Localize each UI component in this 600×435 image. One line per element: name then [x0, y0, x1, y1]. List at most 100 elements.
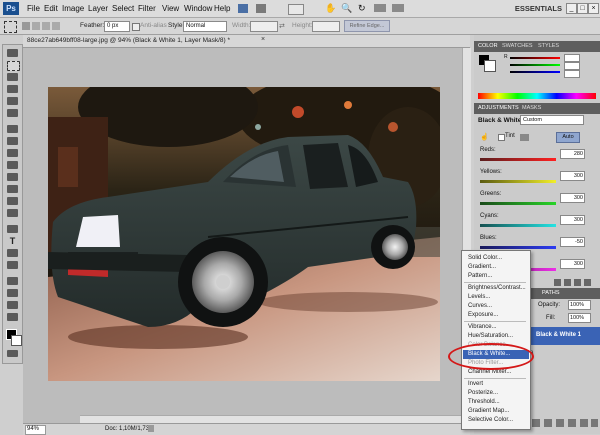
zoom-level-field[interactable]: [288, 4, 304, 15]
delete-layer-icon[interactable]: [591, 419, 598, 427]
slider-value-greens[interactable]: 300: [560, 193, 585, 203]
color-spectrum-bar[interactable]: [478, 93, 596, 99]
background-color-swatch[interactable]: [11, 335, 22, 346]
new-layer-icon[interactable]: [580, 419, 588, 427]
menu-item-solid-color[interactable]: Solid Color...: [468, 255, 502, 261]
add-selection-icon[interactable]: [32, 22, 40, 30]
path-selection-tool-icon[interactable]: [7, 249, 18, 257]
layer-style-icon[interactable]: [544, 419, 552, 427]
preset-select[interactable]: Custom: [520, 115, 584, 125]
menu-item-gradient-map[interactable]: Gradient Map...: [468, 408, 509, 414]
new-selection-icon[interactable]: [22, 22, 30, 30]
opacity-input[interactable]: 100%: [568, 300, 591, 310]
workspace-switcher[interactable]: ESSENTIALS: [515, 4, 562, 13]
menu-filter[interactable]: Filter: [138, 4, 156, 13]
close-icon[interactable]: ×: [588, 3, 599, 14]
intersect-selection-icon[interactable]: [52, 22, 60, 30]
canvas-image[interactable]: [48, 87, 440, 381]
hand-icon[interactable]: ✋: [325, 3, 336, 14]
tab-masks[interactable]: MASKS: [522, 105, 541, 111]
green-value[interactable]: [564, 62, 580, 70]
marquee-tool-icon[interactable]: [4, 21, 17, 33]
menu-help[interactable]: Help: [214, 4, 230, 13]
zoom-icon[interactable]: 🔍: [341, 3, 352, 14]
red-slider[interactable]: [510, 57, 560, 59]
menu-item-hue-saturation[interactable]: Hue/Saturation...: [468, 333, 513, 339]
menu-item-threshold[interactable]: Threshold...: [468, 399, 500, 405]
subtract-selection-icon[interactable]: [42, 22, 50, 30]
adjustment-layer-icon[interactable]: [568, 419, 576, 427]
slider-track-yellows[interactable]: [480, 180, 556, 183]
anti-alias-checkbox[interactable]: [132, 23, 140, 31]
menu-item-pattern[interactable]: Pattern...: [468, 273, 492, 279]
pen-tool-icon[interactable]: [7, 225, 18, 233]
blue-slider[interactable]: [510, 71, 560, 73]
shape-tool-icon[interactable]: [7, 261, 18, 269]
slider-track-greens[interactable]: [480, 202, 556, 205]
document-tab[interactable]: 88ce27ab649bff08-large.jpg @ 94% (Black …: [23, 35, 470, 48]
3d-orbit-tool-icon[interactable]: [7, 289, 18, 297]
style-select[interactable]: Normal: [183, 21, 227, 32]
tint-color-swatch[interactable]: [520, 134, 529, 141]
menu-select[interactable]: Select: [112, 4, 134, 13]
arrange-documents-icon[interactable]: [374, 4, 386, 12]
add-mask-icon[interactable]: [556, 419, 564, 427]
marquee-tool-icon[interactable]: [7, 61, 20, 71]
targeted-adjustment-icon[interactable]: ☝: [480, 133, 489, 141]
healing-brush-tool-icon[interactable]: [7, 125, 18, 133]
tint-checkbox[interactable]: [498, 134, 505, 141]
slider-value-reds[interactable]: 280: [560, 149, 585, 159]
tab-styles[interactable]: STYLES: [538, 43, 559, 49]
tab-color[interactable]: COLOR: [478, 43, 498, 49]
rotate-view-icon[interactable]: ↻: [358, 3, 366, 14]
quick-mask-icon[interactable]: [7, 350, 18, 357]
slider-track-cyans[interactable]: [480, 224, 556, 227]
zoom-tool-icon[interactable]: [7, 313, 18, 321]
view-previous-icon[interactable]: [554, 279, 561, 286]
width-input[interactable]: [250, 21, 278, 32]
crop-tool-icon[interactable]: [7, 97, 18, 105]
menu-item-curves[interactable]: Curves...: [468, 303, 492, 309]
clone-stamp-tool-icon[interactable]: [7, 149, 18, 157]
menu-item-selective-color[interactable]: Selective Color...: [468, 417, 513, 423]
blur-tool-icon[interactable]: [7, 197, 18, 205]
layer-row-selected[interactable]: Black & White 1: [530, 327, 600, 345]
hand-tool-icon[interactable]: [7, 301, 18, 309]
slider-value-cyans[interactable]: 300: [560, 215, 585, 225]
brush-tool-icon[interactable]: [7, 137, 18, 145]
fill-input[interactable]: 100%: [568, 313, 591, 323]
bridge-icon[interactable]: [238, 4, 248, 13]
menu-file[interactable]: File: [27, 4, 40, 13]
menu-layer[interactable]: Layer: [88, 4, 108, 13]
green-slider[interactable]: [510, 64, 560, 66]
tab-adjustments[interactable]: ADJUSTMENTS: [478, 105, 519, 111]
menu-edit[interactable]: Edit: [44, 4, 58, 13]
slider-value-blues[interactable]: -50: [560, 237, 585, 247]
minimize-icon[interactable]: _: [566, 3, 577, 14]
menu-window[interactable]: Window: [184, 4, 212, 13]
auto-button[interactable]: Auto: [556, 132, 580, 143]
maximize-icon[interactable]: □: [577, 3, 588, 14]
move-tool-icon[interactable]: [7, 49, 18, 57]
menu-view[interactable]: View: [162, 4, 179, 13]
close-document-icon[interactable]: ×: [261, 36, 265, 43]
menu-item-vibrance[interactable]: Vibrance...: [468, 324, 497, 330]
slider-value-magentas[interactable]: 300: [560, 259, 585, 269]
menu-item-exposure[interactable]: Exposure...: [468, 312, 498, 318]
status-menu-arrow-icon[interactable]: [148, 425, 154, 432]
menu-item-posterize[interactable]: Posterize...: [468, 390, 498, 396]
slider-value-yellows[interactable]: 300: [560, 171, 585, 181]
menu-item-invert[interactable]: Invert: [468, 381, 483, 387]
swap-dimensions-icon[interactable]: ⇄: [279, 22, 285, 30]
reset-icon[interactable]: [564, 279, 571, 286]
screen-mode-icon[interactable]: [392, 4, 404, 12]
slider-track-reds[interactable]: [480, 158, 556, 161]
blue-value[interactable]: [564, 70, 580, 78]
visibility-icon[interactable]: [574, 279, 581, 286]
background-color-swatch[interactable]: [484, 60, 496, 72]
height-input[interactable]: [312, 21, 340, 32]
feather-input[interactable]: 0 px: [104, 21, 130, 32]
tab-swatches[interactable]: SWATCHES: [502, 43, 533, 49]
slider-track-blues[interactable]: [480, 246, 556, 249]
view-extras-icon[interactable]: [256, 4, 266, 13]
